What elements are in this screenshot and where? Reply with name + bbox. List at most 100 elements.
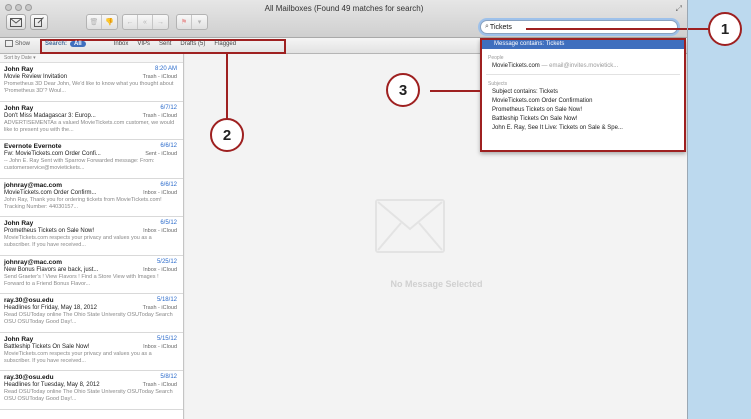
message-mailbox: Inbox - iCloud [143,189,177,196]
scope-flagged-button[interactable]: Flagged [214,41,236,47]
message-row[interactable]: Evernote Evernote 6/6/12 Fw: MovieTickets.… [0,140,183,179]
message-sender: John Ray [4,220,34,227]
message-date: 6/5/12 [160,220,177,226]
message-mailbox: Inbox - iCloud [143,228,177,234]
message-preview: -- John E. Ray Sent with Sparrow Forward… [4,158,155,171]
callout-3-line [430,90,480,92]
message-row[interactable]: johnray@mac.com 5/25/12 New Bonus Flavors … [0,256,183,294]
callout-1-line [526,28,687,30]
delete-junk-group: 🗑 👎 [86,14,118,30]
get-mail-button[interactable] [6,14,26,30]
message-row[interactable]: John Ray 6/7/12 Don't Miss Madagascar 3: E… [0,102,183,140]
people-header: People [488,55,504,61]
search-field[interactable]: ⌕ Tickets [480,20,678,34]
scope-sent-button[interactable]: Sent [159,41,171,47]
message-date: 5/18/12 [156,297,177,303]
callout-2: 2 [210,118,244,152]
flag-icon[interactable]: ⚑ [177,15,192,29]
message-row[interactable]: John Ray 6/5/12 Prometheus Tickets on Sale… [0,217,183,256]
trash-icon[interactable]: 🗑 [87,15,102,29]
person-detail: — email@invites.movietick... [539,63,619,69]
flag-menu-icon[interactable]: ▾ [192,15,207,29]
message-mailbox: Trash - iCloud [142,382,177,388]
sidebar-icon [5,40,13,47]
search-icon: ⌕ [485,23,489,30]
message-mailbox: Sent - iCloud [145,151,177,157]
message-sender: johnray@mac.com [4,258,62,266]
forward-icon[interactable]: → [153,15,168,29]
callout-1-line-ext [688,28,710,30]
message-date: 8:20 AM [154,66,177,72]
message-subject: Battleship Tickets On Sale Now! [4,343,90,350]
title-bar: All Mailboxes (Found 49 matches for sear… [0,0,687,38]
message-sender: ray.30@osu.edu [4,374,54,381]
message-mailbox: Inbox - iCloud [143,343,177,350]
show-mailboxes-button[interactable]: Show [5,40,30,47]
message-row[interactable]: johnray@mac.com 6/6/12 MovieTickets.com Or… [0,179,183,217]
message-sender: johnray@mac.com [4,181,62,189]
message-mailbox: Inbox - iCloud [143,266,177,273]
message-date: 6/7/12 [160,104,177,111]
reply-all-icon[interactable]: « [138,15,153,29]
message-subject: Movie Review Invitation [4,74,68,80]
scope-drafts-button[interactable]: Drafts (5) [180,41,205,47]
message-date: 5/15/12 [156,335,177,342]
callout-2-line [226,54,228,120]
suggestion-subject[interactable]: Prometheus Tickets on Sale Now! [482,106,684,115]
search-suggestions-menu: Message contains: Tickets People MovieTi… [480,38,686,152]
message-subject: New Bonus Flavors are back, just... [4,266,99,273]
message-preview: Send Graeter's ! View Flavors ! Find a S… [4,273,159,287]
suggestion-person[interactable]: MovieTickets.com — email@invites.movieti… [482,62,684,71]
message-subject: Headlines for Tuesday, May 8, 2012 [4,382,100,388]
suggestion-subject[interactable]: Battleship Tickets On Sale Now! [482,115,684,124]
message-date: 5/8/12 [160,374,177,380]
suggestion-subject[interactable]: MovieTickets.com Order Confirmation [482,97,684,106]
scope-all-button[interactable]: All [70,41,86,47]
compose-button[interactable] [30,14,48,30]
message-row[interactable]: ray.30@osu.edu 5/8/12 Headlines for Tuesda… [0,371,183,410]
callout-1: 1 [708,12,742,46]
message-mailbox: Trash - iCloud [142,305,177,311]
message-date: 5/25/12 [156,258,177,265]
message-row[interactable]: John Ray 8:20 AM Movie Review Invitation Tr… [0,63,183,102]
message-subject: MovieTickets.com Order Confirm... [4,189,97,196]
message-row[interactable]: ray.30@osu.edu 5/18/12 Headlines for Frida… [0,294,183,333]
suggestion-subject[interactable]: Subject contains: Tickets [482,88,684,97]
message-mailbox: Trash - iCloud [142,112,177,119]
sort-control[interactable]: Sort by Date ▾ [0,54,183,63]
reply-icon[interactable]: ← [123,15,138,29]
message-preview: John Ray, Thank you for ordering tickets… [4,196,162,210]
message-mailbox: Trash - iCloud [142,74,177,80]
message-preview: MovieTickets.com respects your privacy a… [4,235,152,248]
search-field-value: Tickets [489,23,512,31]
message-subject: Fw: MovieTickets.com Order Confi... [4,151,101,157]
callout-3: 3 [386,73,420,107]
message-preview: MovieTickets.com respects your privacy a… [4,350,152,364]
scope-vips-button[interactable]: VIPs [137,41,150,47]
message-preview: Prometheus 3D Dear John, We'd like to kn… [4,81,174,94]
search-scope: Search: All Inbox VIPs Sent Drafts (5) F… [45,41,245,47]
show-label: Show [15,40,31,47]
search-scope-label: Search: [45,41,68,47]
message-subject: Don't Miss Madagascar 3: Europ... [4,112,96,119]
suggestion-subject[interactable]: John E. Ray, See It Live: Tickets on Sal… [482,124,684,133]
message-sender: ray.30@osu.edu [4,297,54,304]
message-row[interactable]: John Ray 5/15/12 Battleship Tickets On Sal… [0,333,183,371]
message-preview: ADVERTISEMENTAs a valued MovieTickets.co… [4,119,175,133]
flag-group: ⚑ ▾ [176,14,208,30]
scope-inbox-button[interactable]: Inbox [114,41,129,47]
empty-envelope-icon [375,199,445,253]
message-sender: John Ray [4,104,34,112]
reply-group: ← « → [122,14,169,30]
suggestion-message-contains[interactable]: Message contains: Tickets [482,40,684,49]
fullscreen-icon[interactable]: ⤢ [676,4,682,14]
no-message-label: No Message Selected [390,279,483,289]
message-preview: Read OSUToday online The Ohio State Univ… [4,389,173,402]
junk-icon[interactable]: 👎 [102,15,117,29]
person-name: MovieTickets.com [492,63,540,69]
message-rows: John Ray 8:20 AM Movie Review Invitation Tr… [0,63,183,410]
message-subject: Prometheus Tickets on Sale Now! [4,228,95,234]
message-date: 6/6/12 [160,181,177,188]
subjects-header: Subjects [488,81,508,87]
message-date: 6/6/12 [160,143,177,149]
